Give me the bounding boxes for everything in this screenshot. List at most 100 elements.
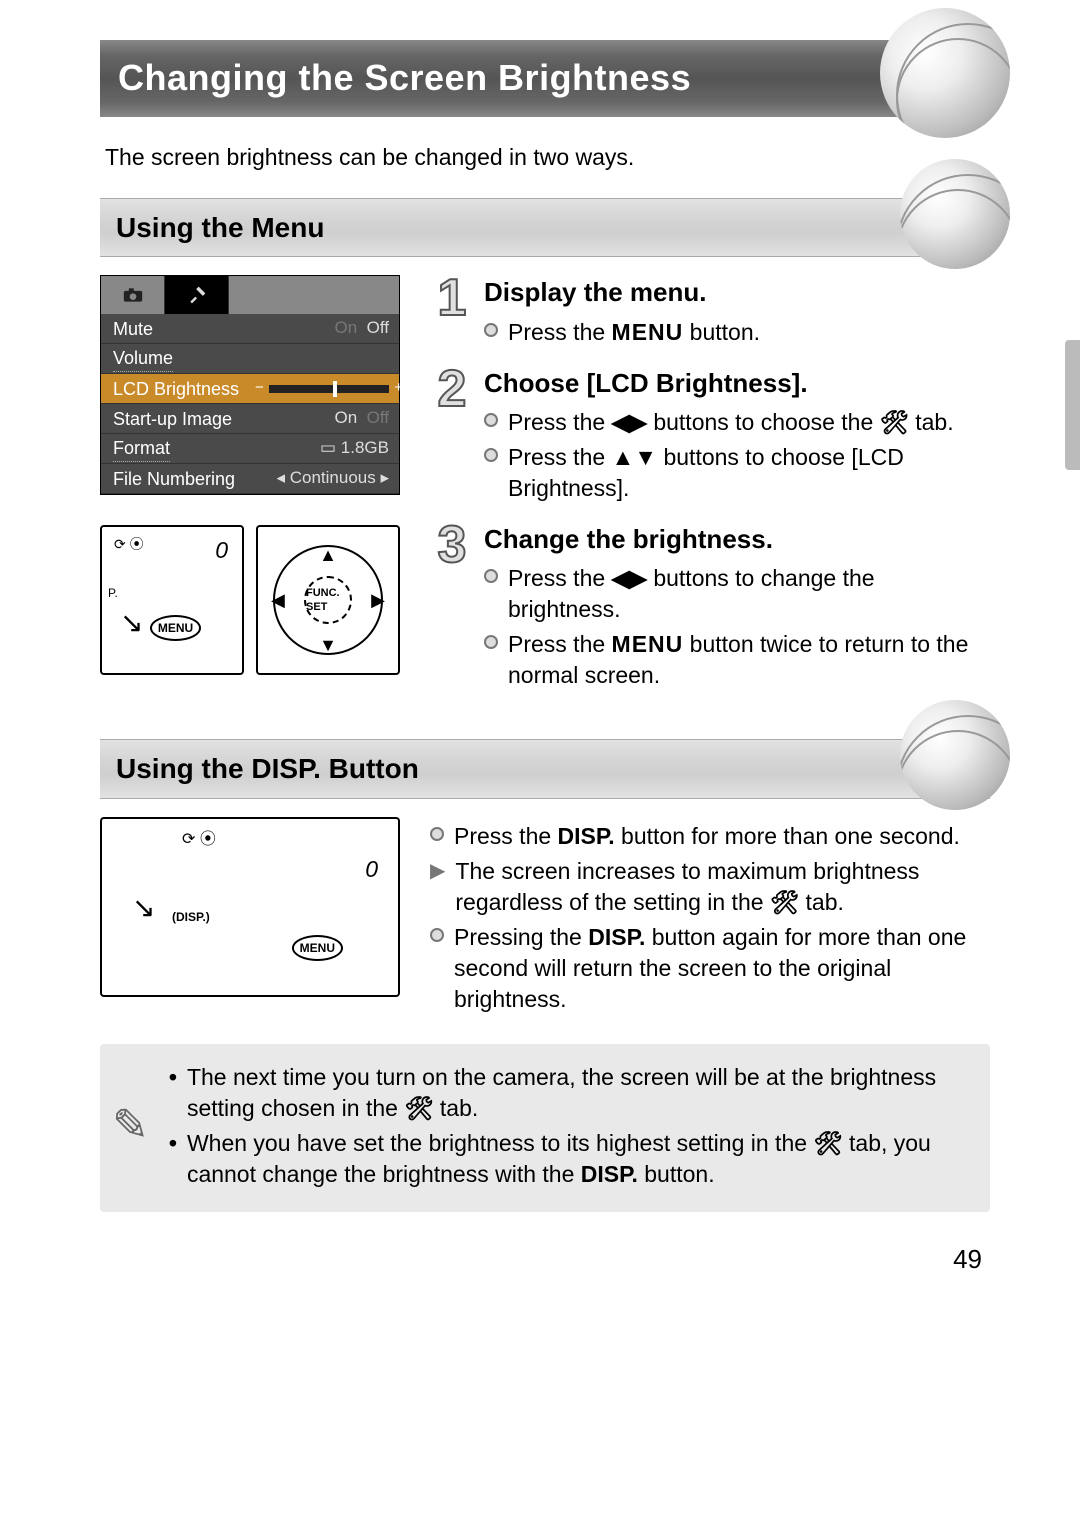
left-right-arrows-icon xyxy=(612,565,647,591)
menu-value: On xyxy=(334,408,357,427)
disp-button-icon: (DISP.) xyxy=(172,909,210,925)
intro-text: The screen brightness can be changed in … xyxy=(105,142,990,173)
menu-word-icon: MENU xyxy=(612,319,684,345)
tools-icon: 🛠 xyxy=(404,1095,433,1121)
bullet-dot-icon xyxy=(484,635,498,649)
page-number: 49 xyxy=(100,1242,990,1277)
note-text: The next time you turn on the camera, th… xyxy=(187,1062,970,1124)
up-down-arrows-icon xyxy=(612,444,658,470)
step-title: Change the brightness. xyxy=(484,522,990,557)
menu-button-icon: MENU xyxy=(150,615,201,641)
menu-row-volume: Volume xyxy=(101,344,399,374)
bullet-dot-icon xyxy=(484,569,498,583)
page-title-band: Changing the Screen Brightness xyxy=(100,40,990,117)
step-number: 2 xyxy=(430,366,474,508)
tab-spacer xyxy=(229,276,399,314)
bullet-text: Press the buttons to choose the 🛠 tab. xyxy=(508,407,954,438)
menu-row-label: LCD Brightness xyxy=(113,377,239,401)
menu-row-lcd-brightness: LCD Brightness −+ xyxy=(101,374,399,404)
decorative-disc xyxy=(900,159,1010,269)
step-bullet: Press the buttons to choose [LCD Brightn… xyxy=(484,442,990,504)
menu-value-dim: Off xyxy=(367,408,389,427)
disp-word-icon: DISP. xyxy=(588,924,645,950)
menu-row-mute: Mute On Off xyxy=(101,314,399,344)
step-number: 3 xyxy=(430,522,474,695)
menu-row-format: Format ▭ 1.8GB xyxy=(101,434,399,464)
tools-tab-icon xyxy=(165,276,229,314)
bullet-dot-icon xyxy=(484,448,498,462)
bullet-text: Pressing the DISP. button again for more… xyxy=(454,922,990,1015)
menu-row-label: Format xyxy=(113,436,170,462)
diagram-zero: 0 xyxy=(365,854,378,885)
func-set-button-icon: FUNC. SET xyxy=(304,576,352,624)
pointer-arrow-icon: ↘ xyxy=(132,889,155,927)
step-bullet: Press the buttons to choose the 🛠 tab. xyxy=(484,407,990,438)
menu-word-icon: MENU xyxy=(612,631,684,657)
bullet-text: Press the MENU button. xyxy=(508,317,760,348)
note-text: When you have set the brightness to its … xyxy=(187,1128,970,1190)
note-item: The next time you turn on the camera, th… xyxy=(169,1062,970,1124)
tools-icon: 🛠 xyxy=(880,409,909,435)
menu-value: Off xyxy=(367,318,389,337)
disp-word-icon: DISP. xyxy=(581,1161,638,1187)
menu-value-dim: On xyxy=(334,318,357,337)
menu-row-label: Mute xyxy=(113,317,153,341)
diagram-icon: ⟳ ⦿ xyxy=(114,535,144,554)
note-block: ✎ The next time you turn on the camera, … xyxy=(100,1044,990,1212)
diagram-icon: ⟳ ⦿ xyxy=(182,829,216,851)
pointer-arrow-icon: ↘ xyxy=(120,607,143,638)
step-bullet: Press the MENU button twice to return to… xyxy=(484,629,990,691)
step-bullet: Press the buttons to change the brightne… xyxy=(484,563,990,625)
left-figure-column: Mute On Off Volume LCD Brightness −+ Sta… xyxy=(100,275,400,675)
menu-row-label: Start-up Image xyxy=(113,407,232,431)
left-triangle-icon: ◀ xyxy=(271,588,285,612)
diagram-zero: 0 xyxy=(215,535,228,566)
bullet-text: Press the DISP. button for more than one… xyxy=(454,821,960,852)
disp-button-diagram: ⟳ ⦿ 0 ↘ (DISP.) MENU xyxy=(100,817,400,997)
disp-bullet: Pressing the DISP. button again for more… xyxy=(430,922,990,1015)
disp-word-icon: DISP. xyxy=(251,753,321,784)
bullet-dot-icon xyxy=(430,928,444,942)
diagram-p-label: P. xyxy=(108,585,118,601)
section-heading-menu-text: Using the Menu xyxy=(116,212,324,243)
menu-button-icon: MENU xyxy=(292,935,343,961)
brightness-slider: −+ xyxy=(269,385,389,393)
note-item: When you have set the brightness to its … xyxy=(169,1128,970,1190)
bullet-dot-icon xyxy=(430,827,444,841)
up-triangle-icon: ▲ xyxy=(319,543,337,567)
bullet-text: Press the buttons to choose [LCD Brightn… xyxy=(508,442,990,504)
section-heading-disp: Using the DISP. Button xyxy=(100,739,990,799)
disp-bullet: Press the DISP. button for more than one… xyxy=(430,821,990,852)
bullet-text: Press the buttons to change the brightne… xyxy=(508,563,990,625)
step-1: 1 Display the menu. Press the MENU butto… xyxy=(430,275,990,351)
step-number: 1 xyxy=(430,275,474,351)
step-title: Choose [LCD Brightness]. xyxy=(484,366,990,401)
tools-icon: 🛠 xyxy=(770,889,799,915)
steps-column: 1 Display the menu. Press the MENU butto… xyxy=(430,275,990,709)
camera-tab-icon xyxy=(101,276,165,314)
disp-bullet: ▶ The screen increases to maximum bright… xyxy=(430,856,990,918)
page-title: Changing the Screen Brightness xyxy=(118,57,691,98)
right-triangle-icon: ▶ xyxy=(371,588,385,612)
menu-row-label: File Numbering xyxy=(113,467,235,491)
control-wheel-icon: FUNC. SET ▲ ▼ ◀ ▶ xyxy=(273,545,383,655)
bullet-dot-icon xyxy=(484,323,498,337)
decorative-disc xyxy=(900,700,1010,810)
page-side-tab xyxy=(1065,340,1080,470)
bullet-dot-icon xyxy=(484,413,498,427)
step-3: 3 Change the brightness. Press the butto… xyxy=(430,522,990,695)
menu-row-file-numbering: File Numbering ◂ Continuous ▸ xyxy=(101,464,399,494)
decorative-disc xyxy=(880,8,1010,138)
result-arrow-icon: ▶ xyxy=(430,858,445,885)
step-bullet: Press the MENU button. xyxy=(484,317,990,348)
tools-icon: 🛠 xyxy=(813,1130,842,1156)
menu-row-startup: Start-up Image On Off xyxy=(101,404,399,434)
bullet-text: The screen increases to maximum brightne… xyxy=(455,856,990,918)
section-heading-menu: Using the Menu xyxy=(100,198,990,258)
menu-row-label: Volume xyxy=(113,346,173,372)
pencil-note-icon: ✎ xyxy=(112,1104,149,1148)
left-right-arrows-icon xyxy=(612,409,647,435)
section-heading-disp-text: Using the DISP. Button xyxy=(116,753,419,784)
camera-back-diagram: ⟳ ⦿ 0 ↘ MENU P. FUNC. SET ▲ ▼ ◀ ▶ xyxy=(100,525,400,675)
menu-value: Continuous xyxy=(290,468,376,487)
